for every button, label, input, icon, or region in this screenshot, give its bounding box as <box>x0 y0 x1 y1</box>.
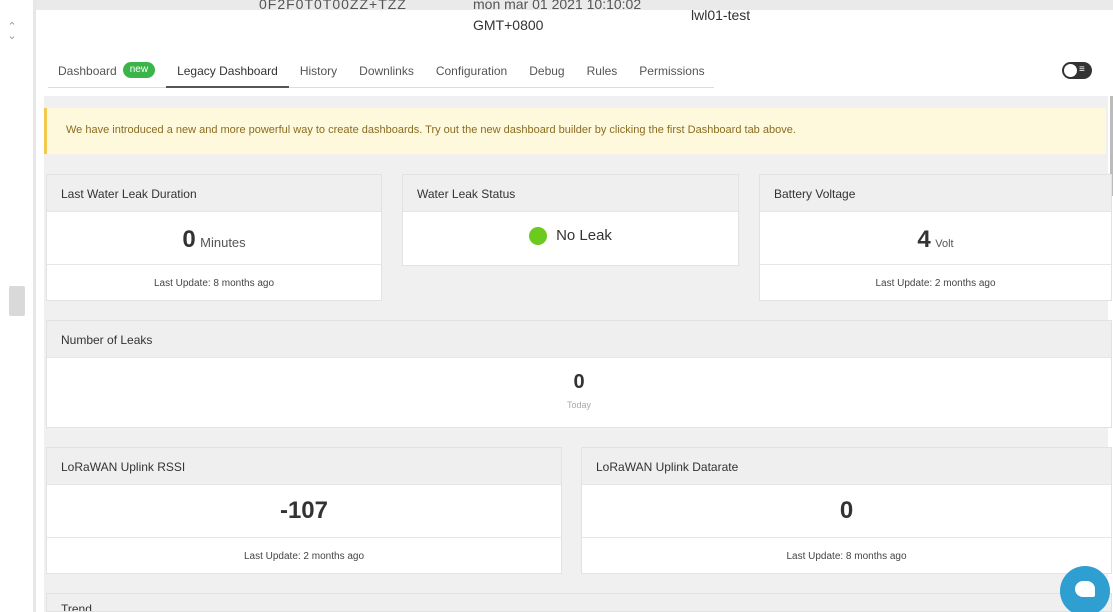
tab-configuration[interactable]: Configuration <box>425 58 518 87</box>
tab-label: Debug <box>529 64 565 78</box>
battery-value: 4 <box>917 226 931 253</box>
tab-label: Configuration <box>435 64 508 78</box>
card-datarate: LoRaWAN Uplink Datarate 0 Last Update: 8… <box>581 447 1112 574</box>
tab-permissions[interactable]: Permissions <box>628 58 715 87</box>
leak-duration-unit: Minutes <box>200 235 246 250</box>
device-name: lwl01-test <box>691 7 751 23</box>
tab-label: Downlinks <box>359 64 414 78</box>
card-battery: Battery Voltage 4 Volt Last Update: 2 mo… <box>759 174 1112 301</box>
device-timezone: GMT+0800 <box>473 17 544 33</box>
card-value-area: 0 Minutes <box>47 212 381 264</box>
card-footer: Last Update: 8 months ago <box>47 264 381 301</box>
rssi-value: -107 <box>279 497 329 524</box>
tab-legacy-dashboard[interactable]: Legacy Dashboard <box>166 58 289 88</box>
tab-dashboard[interactable]: Dashboard new <box>48 58 166 87</box>
card-value-area: No Leak <box>403 212 738 266</box>
chat-button[interactable] <box>1060 566 1110 612</box>
status-dot-icon <box>529 227 548 246</box>
card-title: Trend <box>47 594 1111 611</box>
datarate-value: 0 <box>839 497 854 524</box>
card-value-area: 0 Today <box>47 358 1111 428</box>
card-trend: Trend <box>46 593 1112 612</box>
card-title: LoRaWAN Uplink Datarate <box>582 448 1111 485</box>
settings-toggle[interactable]: ≡ <box>1062 62 1092 79</box>
tab-debug[interactable]: Debug <box>518 58 575 87</box>
tab-bar: Dashboard new Legacy Dashboard History D… <box>48 58 714 88</box>
notice-banner: We have introduced a new and more powerf… <box>44 108 1106 154</box>
card-leak-count: Number of Leaks 0 Today <box>46 320 1112 428</box>
main-area: 0F2F0T0T00ZZ+TZZ mon mar 01 2021 10:10:0… <box>36 0 1113 612</box>
tab-label: Legacy Dashboard <box>177 64 278 78</box>
tab-rules[interactable]: Rules <box>576 58 629 87</box>
device-header-clipped-2: mon mar 01 2021 10:10:02 <box>473 0 642 12</box>
leak-status-text: No Leak <box>556 227 612 244</box>
card-leak-duration: Last Water Leak Duration 0 Minutes Last … <box>46 174 382 301</box>
dashboard-content: We have introduced a new and more powerf… <box>44 96 1112 612</box>
card-footer: Last Update: 8 months ago <box>582 537 1111 574</box>
sort-icon[interactable]: ⌃ ⌄ <box>7 22 17 42</box>
leak-duration-value: 0 <box>182 226 196 253</box>
card-leak-status: Water Leak Status No Leak <box>402 174 739 266</box>
card-rssi: LoRaWAN Uplink RSSI -107 Last Update: 2 … <box>46 447 562 574</box>
tab-history[interactable]: History <box>289 58 348 87</box>
tab-downlinks[interactable]: Downlinks <box>348 58 425 87</box>
card-title: Water Leak Status <box>403 175 738 212</box>
tab-label: Dashboard <box>58 64 117 78</box>
card-value-area: -107 <box>47 485 561 537</box>
sliders-icon: ≡ <box>1079 64 1085 75</box>
leak-count-caption: Today <box>566 400 592 410</box>
device-header: 0F2F0T0T00ZZ+TZZ mon mar 01 2021 10:10:0… <box>36 0 1113 40</box>
chat-icon <box>1075 581 1095 597</box>
card-footer: Last Update: 2 months ago <box>47 537 561 574</box>
tab-label: History <box>299 64 338 78</box>
device-header-clipped-1: 0F2F0T0T00ZZ+TZZ <box>259 0 407 12</box>
battery-unit: Volt <box>935 238 954 250</box>
card-title: Number of Leaks <box>47 321 1111 358</box>
card-title: Battery Voltage <box>760 175 1111 212</box>
card-value-area: 4 Volt <box>760 212 1111 264</box>
tab-label: Rules <box>586 64 618 78</box>
leak-count-value: 0 <box>573 371 585 393</box>
left-strip: ⌃ ⌄ <box>0 0 36 612</box>
card-value-area: 0 <box>582 485 1111 537</box>
new-badge: new <box>122 62 156 78</box>
card-title: Last Water Leak Duration <box>47 175 381 212</box>
card-title: LoRaWAN Uplink RSSI <box>47 448 561 485</box>
sidebar-handle[interactable] <box>9 286 25 316</box>
tab-label: Permissions <box>639 64 705 78</box>
card-footer: Last Update: 2 months ago <box>760 264 1111 301</box>
toggle-knob-icon <box>1064 64 1077 77</box>
